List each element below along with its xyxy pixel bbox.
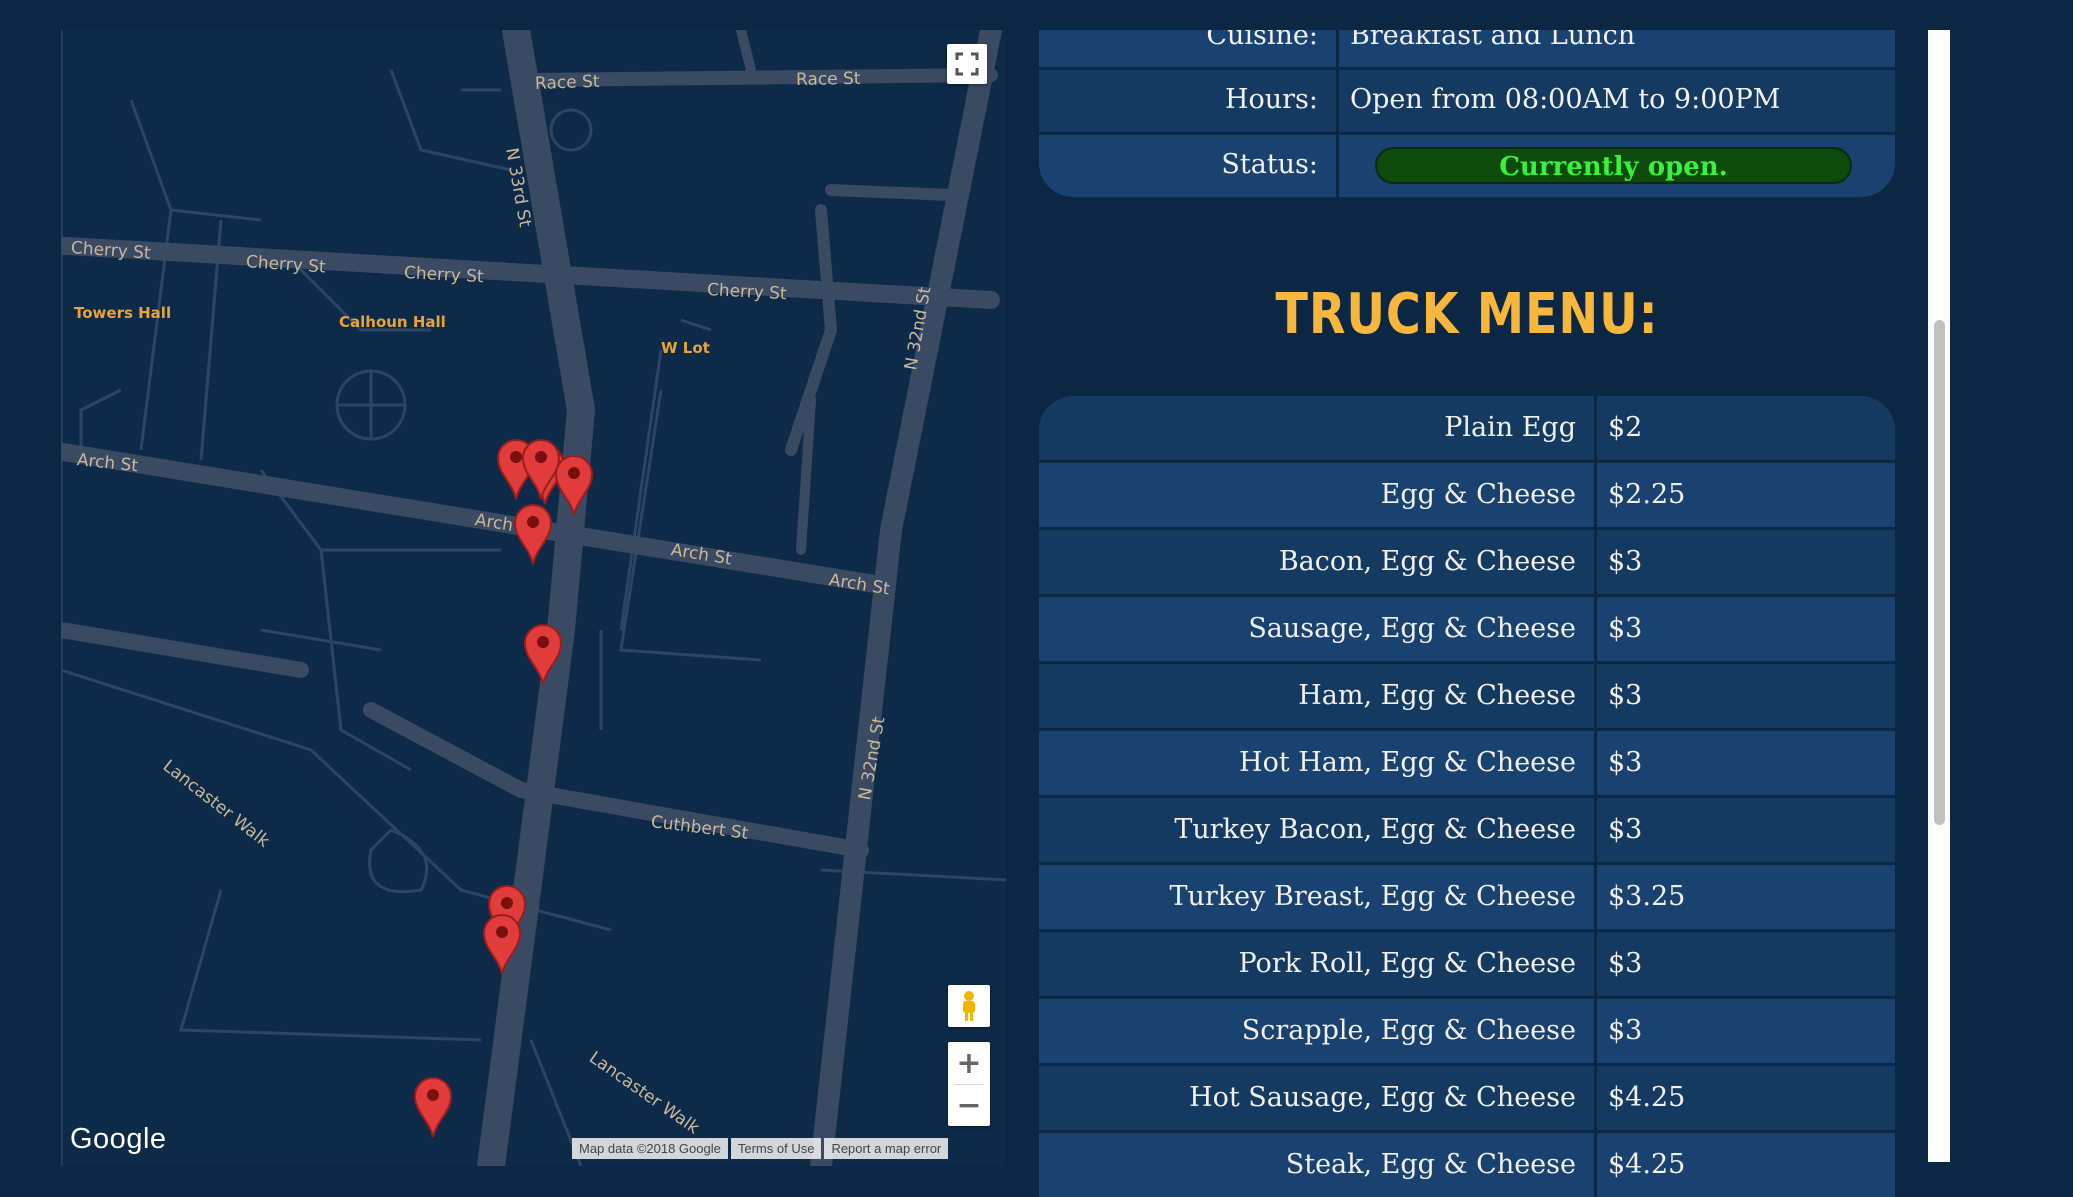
menu-item-name: Bacon, Egg & Cheese <box>1039 530 1594 594</box>
truck-details-panel: Cuisine: Breakfast and Lunch Hours: Open… <box>1039 30 1895 1197</box>
menu-item-name: Turkey Breast, Egg & Cheese <box>1039 865 1594 929</box>
menu-item-name: Egg & Cheese <box>1039 463 1594 527</box>
menu-row: Steak, Egg & Cheese $4.25 <box>1039 1130 1895 1197</box>
menu-item-price: $3 <box>1597 999 1895 1063</box>
poi-label: Towers Hall <box>74 304 172 322</box>
menu-item-name: Hot Sausage, Egg & Cheese <box>1039 1066 1594 1130</box>
menu-item-price: $4.25 <box>1597 1066 1895 1130</box>
menu-title: TRUCK MENU: <box>1275 282 1659 347</box>
menu-item-price: $3 <box>1597 731 1895 795</box>
info-row-status: Status: Currently open. <box>1039 132 1895 197</box>
map-attribution: Map data ©2018 Google Terms of Use Repor… <box>572 1138 949 1159</box>
poi-label: Calhoun Hall <box>339 313 446 331</box>
info-row-cuisine: Cuisine: Breakfast and Lunch <box>1039 30 1895 67</box>
menu-item-price: $3 <box>1597 932 1895 996</box>
cuisine-label: Cuisine: <box>1039 30 1336 67</box>
map-view[interactable]: Race St Race St Cherry St Cherry St Cher… <box>61 30 1006 1166</box>
menu-row: Hot Ham, Egg & Cheese $3 <box>1039 728 1895 795</box>
menu-row: Ham, Egg & Cheese $3 <box>1039 661 1895 728</box>
menu-row: Turkey Bacon, Egg & Cheese $3 <box>1039 795 1895 862</box>
street-label-race-st: Race St <box>795 68 861 90</box>
street-label-cherry-st: Cherry St <box>403 263 485 288</box>
hours-label: Hours: <box>1039 70 1336 132</box>
fullscreen-button[interactable] <box>947 44 987 84</box>
menu-row: Bacon, Egg & Cheese $3 <box>1039 527 1895 594</box>
street-view-button[interactable] <box>948 985 990 1027</box>
menu-item-name: Sausage, Egg & Cheese <box>1039 597 1594 661</box>
menu-item-price: $3 <box>1597 798 1895 862</box>
terms-of-use-link[interactable]: Terms of Use <box>730 1138 822 1159</box>
map-pin-icon[interactable] <box>523 623 563 685</box>
menu-item-name: Pork Roll, Egg & Cheese <box>1039 932 1594 996</box>
menu-row: Scrapple, Egg & Cheese $3 <box>1039 996 1895 1063</box>
street-label-race-st: Race St <box>534 71 600 94</box>
map-canvas[interactable] <box>61 30 1006 1166</box>
report-map-error-link[interactable]: Report a map error <box>824 1138 949 1159</box>
poi-label: W Lot <box>661 339 710 357</box>
hours-value: Open from 08:00AM to 9:00PM <box>1339 70 1895 132</box>
map-pin-icon[interactable] <box>513 503 553 565</box>
menu-item-price: $3.25 <box>1597 865 1895 929</box>
street-label-cherry-st: Cherry St <box>706 280 788 305</box>
menu-item-price: $3 <box>1597 530 1895 594</box>
menu-row: Hot Sausage, Egg & Cheese $4.25 <box>1039 1063 1895 1130</box>
fullscreen-icon <box>955 52 979 76</box>
menu-item-price: $2.25 <box>1597 463 1895 527</box>
pegman-icon <box>963 991 975 1021</box>
zoom-control: + − <box>948 1042 990 1126</box>
menu-item-price: $4.25 <box>1597 1133 1895 1197</box>
status-badge: Currently open. <box>1375 147 1852 184</box>
map-data-credit: Map data ©2018 Google <box>572 1138 728 1159</box>
menu-row: Plain Egg $2 <box>1039 396 1895 460</box>
menu-item-name: Scrapple, Egg & Cheese <box>1039 999 1594 1063</box>
map-pin-icon[interactable] <box>413 1076 453 1138</box>
cuisine-value: Breakfast and Lunch <box>1339 30 1895 67</box>
menu-item-price: $2 <box>1597 396 1895 460</box>
zoom-in-button[interactable]: + <box>948 1043 990 1084</box>
truck-info-table: Cuisine: Breakfast and Lunch Hours: Open… <box>1039 30 1895 197</box>
scrollbar-thumb[interactable] <box>1934 320 1945 825</box>
page-scrollbar[interactable] <box>1928 30 1950 1162</box>
menu-item-price: $3 <box>1597 664 1895 728</box>
menu-row: Egg & Cheese $2.25 <box>1039 460 1895 527</box>
menu-item-name: Steak, Egg & Cheese <box>1039 1133 1594 1197</box>
menu-item-price: $3 <box>1597 597 1895 661</box>
map-pin-icon[interactable] <box>482 913 522 975</box>
menu-row: Sausage, Egg & Cheese $3 <box>1039 594 1895 661</box>
menu-item-name: Hot Ham, Egg & Cheese <box>1039 731 1594 795</box>
menu-item-name: Plain Egg <box>1039 396 1594 460</box>
menu-item-name: Turkey Bacon, Egg & Cheese <box>1039 798 1594 862</box>
google-logo[interactable]: Google <box>70 1123 167 1156</box>
map-pin-icon[interactable] <box>521 438 561 500</box>
info-row-hours: Hours: Open from 08:00AM to 9:00PM <box>1039 67 1895 132</box>
zoom-out-button[interactable]: − <box>948 1085 990 1126</box>
menu-table: Plain Egg $2 Egg & Cheese $2.25 Bacon, Egg &… <box>1039 396 1895 1197</box>
status-cell: Currently open. <box>1339 135 1895 197</box>
menu-row: Turkey Breast, Egg & Cheese $3.25 <box>1039 862 1895 929</box>
status-label: Status: <box>1039 135 1336 197</box>
menu-row: Pork Roll, Egg & Cheese $3 <box>1039 929 1895 996</box>
menu-item-name: Ham, Egg & Cheese <box>1039 664 1594 728</box>
